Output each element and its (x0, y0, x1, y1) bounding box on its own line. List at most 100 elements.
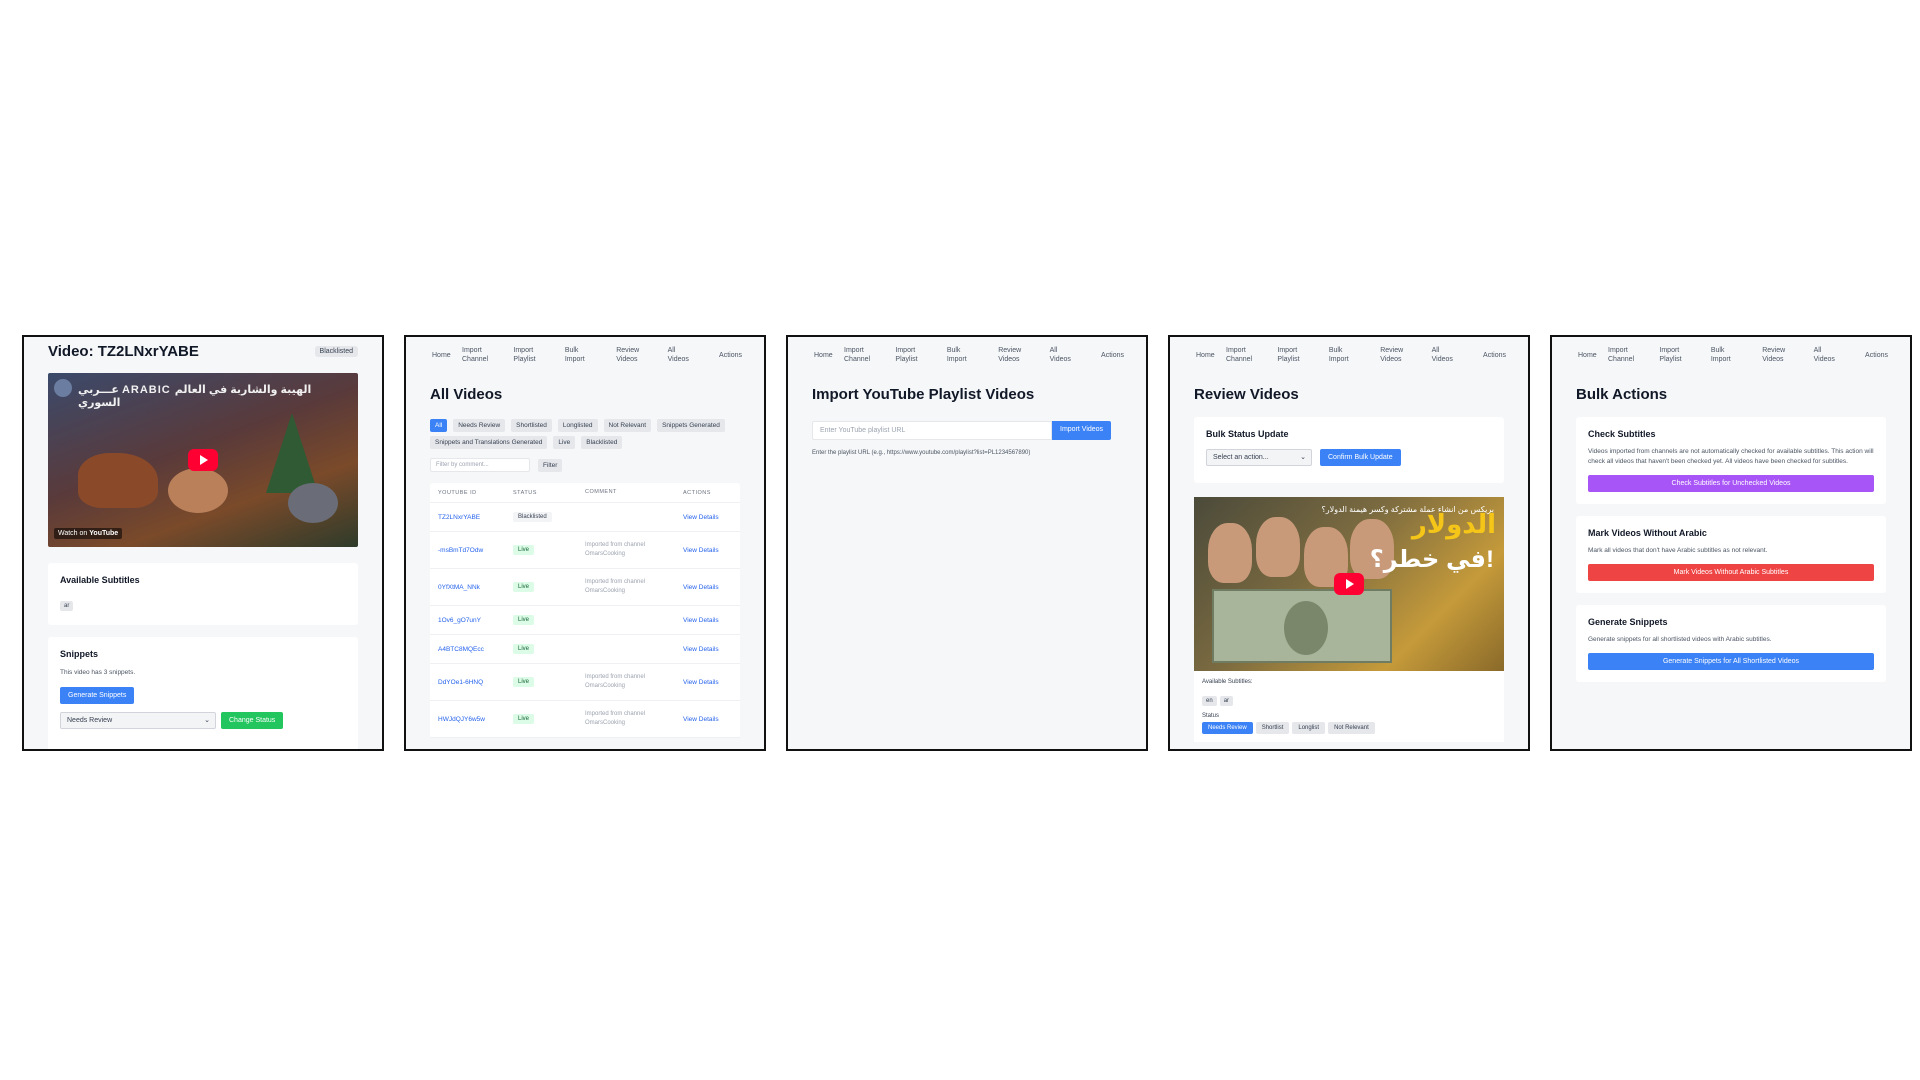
filter-live[interactable]: Live (553, 436, 576, 449)
bulk-action-select[interactable]: Select an action... ⌄ (1206, 449, 1312, 466)
status-option-not-relevant[interactable]: Not Relevant (1328, 722, 1375, 734)
view-details-link[interactable]: View Details (683, 716, 732, 723)
status-select[interactable]: Needs Review ⌄ (60, 712, 216, 729)
nav-item-review-videos[interactable]: Review Videos (1762, 346, 1813, 364)
filter-snippets-translations[interactable]: Snippets and Translations Generated (430, 436, 548, 449)
status-option-longlist[interactable]: Longlist (1292, 722, 1326, 734)
comment-filter-row: Filter by comment... Filter (430, 458, 740, 472)
tree-illustration (266, 413, 318, 493)
filter-button[interactable]: Filter (538, 458, 563, 472)
dog-illustration (168, 468, 228, 513)
nav-item-bulk-import[interactable]: Bulk Import (947, 346, 998, 364)
check-subtitles-button[interactable]: Check Subtitles for Unchecked Videos (1588, 475, 1874, 492)
confirm-bulk-update-button[interactable]: Confirm Bulk Update (1320, 449, 1401, 466)
play-icon[interactable] (188, 449, 218, 471)
nav-item-home[interactable]: Home (1196, 351, 1226, 360)
video-id-link[interactable]: DdYOe1-6HNQ (438, 679, 513, 686)
top-nav: Home Import Channel Import Playlist Bulk Im… (406, 337, 764, 373)
nav-item-home[interactable]: Home (814, 351, 844, 360)
page-title: Video: TZ2LNxrYABE (48, 343, 199, 360)
generate-snippets-button[interactable]: Generate Snippets (60, 687, 135, 704)
video-id-link[interactable]: A4BTC8MQEcc (438, 646, 513, 653)
nav-item-all-videos[interactable]: All Videos (668, 346, 719, 364)
nav-item-actions[interactable]: Actions (1101, 351, 1124, 360)
nav-item-home[interactable]: Home (1578, 351, 1608, 360)
nav-item-actions[interactable]: Actions (719, 351, 742, 360)
nav-item-all-videos[interactable]: All Videos (1050, 346, 1101, 364)
play-icon[interactable] (1334, 573, 1364, 595)
filter-shortlisted[interactable]: Shortlisted (511, 419, 552, 432)
filter-longlisted[interactable]: Longlisted (557, 419, 598, 432)
nav-item-actions[interactable]: Actions (1865, 351, 1888, 360)
thumbnail-subheadline: في خطر؟! (1369, 546, 1494, 573)
nav-item-import-playlist[interactable]: Import Playlist (1277, 346, 1328, 364)
generate-all-snippets-button[interactable]: Generate Snippets for All Shortlisted Vi… (1588, 653, 1874, 670)
filter-blacklisted[interactable]: Blacklisted (581, 436, 623, 449)
nav-item-all-videos[interactable]: All Videos (1432, 346, 1483, 364)
mark-without-arabic-button[interactable]: Mark Videos Without Arabic Subtitles (1588, 564, 1874, 581)
nav-item-actions[interactable]: Actions (1483, 351, 1506, 360)
nav-item-import-channel[interactable]: Import Channel (844, 346, 895, 364)
video-id-link[interactable]: 0YfXtMA_NNk (438, 584, 513, 591)
video-id-link[interactable]: 1Ov6_gO7unY (438, 617, 513, 624)
nav-item-review-videos[interactable]: Review Videos (998, 346, 1049, 364)
youtube-logo: YouTube (89, 530, 119, 537)
video-id-link[interactable]: HWJdQJY6w5w (438, 716, 513, 723)
nav-item-bulk-import[interactable]: Bulk Import (1711, 346, 1762, 364)
comment-filter-input[interactable]: Filter by comment... (430, 458, 530, 472)
status-option-shortlist[interactable]: Shortlist (1255, 722, 1290, 734)
change-status-button[interactable]: Change Status (221, 712, 284, 729)
nav-item-import-playlist[interactable]: Import Playlist (513, 346, 564, 364)
url-hint: Enter the playlist URL (e.g., https://ww… (812, 450, 1031, 456)
bulk-action-value: Select an action... (1213, 454, 1269, 461)
dog-illustration (288, 483, 338, 523)
mark-without-arabic-card: Mark Videos Without Arabic Mark all vide… (1576, 516, 1886, 593)
nav-item-review-videos[interactable]: Review Videos (616, 346, 667, 364)
card-title: Mark Videos Without Arabic (1588, 528, 1707, 538)
view-details-link[interactable]: View Details (683, 617, 732, 624)
nav-item-review-videos[interactable]: Review Videos (1380, 346, 1431, 364)
column-header: STATUS (513, 489, 537, 496)
top-nav: Home Import Channel Import Playlist Bulk Im… (1552, 337, 1910, 373)
nav-item-bulk-import[interactable]: Bulk Import (565, 346, 616, 364)
video-id-link[interactable]: -msBmTd7Odw (438, 547, 513, 554)
view-details-link[interactable]: View Details (683, 646, 732, 653)
nav-item-import-channel[interactable]: Import Channel (462, 346, 513, 364)
table-row: 0YfXtMA_NNk Live Imported from channel O… (430, 569, 740, 606)
nav-item-all-videos[interactable]: All Videos (1814, 346, 1865, 364)
status-option-needs-review[interactable]: Needs Review (1202, 722, 1253, 734)
view-details-link[interactable]: View Details (683, 679, 732, 686)
watch-on-youtube-link[interactable]: Watch on YouTube (54, 528, 123, 539)
status-badge: Blacklisted (314, 346, 358, 357)
page-title: Bulk Actions (1576, 386, 1668, 403)
comment-text: Imported from channel OmarsCooking (585, 579, 646, 594)
nav-item-import-channel[interactable]: Import Channel (1226, 346, 1277, 364)
table-row: DdYOe1-6HNQ Live Imported from channel O… (430, 664, 740, 701)
nav-item-bulk-import[interactable]: Bulk Import (1329, 346, 1380, 364)
filter-snippets-generated[interactable]: Snippets Generated (657, 419, 725, 432)
import-videos-button[interactable]: Import Videos (1052, 421, 1112, 440)
chevron-down-icon: ⌄ (204, 717, 210, 724)
card-description: Mark all videos that don't have Arabic s… (1588, 547, 1768, 554)
table-row: TZ2LNxrYABE Blacklisted View Details (430, 503, 740, 532)
filter-needs-review[interactable]: Needs Review (453, 419, 506, 432)
top-nav: Home Import Channel Import Playlist Bulk Im… (1170, 337, 1528, 373)
filter-not-relevant[interactable]: Not Relevant (603, 419, 652, 432)
playlist-url-input[interactable]: Enter YouTube playlist URL (812, 421, 1052, 440)
video-thumbnail[interactable]: بريكس من انشاء عملة مشتركة وكسر هيمنة ال… (1194, 497, 1504, 671)
videos-table: YOUTUBE ID STATUS COMMENT ACTIONS TZ2LNx… (430, 483, 740, 738)
nav-item-import-playlist[interactable]: Import Playlist (895, 346, 946, 364)
view-details-link[interactable]: View Details (683, 547, 732, 554)
video-id-link[interactable]: TZ2LNxrYABE (438, 514, 513, 521)
dollar-bill-illustration (1212, 589, 1392, 663)
filter-all[interactable]: All (430, 419, 448, 432)
video-player[interactable]: عـــربي ARABIC الهيبة والشاربة في العالم… (48, 373, 358, 547)
view-details-link[interactable]: View Details (683, 514, 732, 521)
generate-snippets-card: Generate Snippets Generate snippets for … (1576, 605, 1886, 682)
channel-logo-icon (54, 379, 72, 397)
nav-item-import-channel[interactable]: Import Channel (1608, 346, 1659, 364)
playlist-url-form: Enter YouTube playlist URL Import Videos (812, 421, 1122, 440)
nav-item-home[interactable]: Home (432, 351, 462, 360)
nav-item-import-playlist[interactable]: Import Playlist (1659, 346, 1710, 364)
view-details-link[interactable]: View Details (683, 584, 732, 591)
